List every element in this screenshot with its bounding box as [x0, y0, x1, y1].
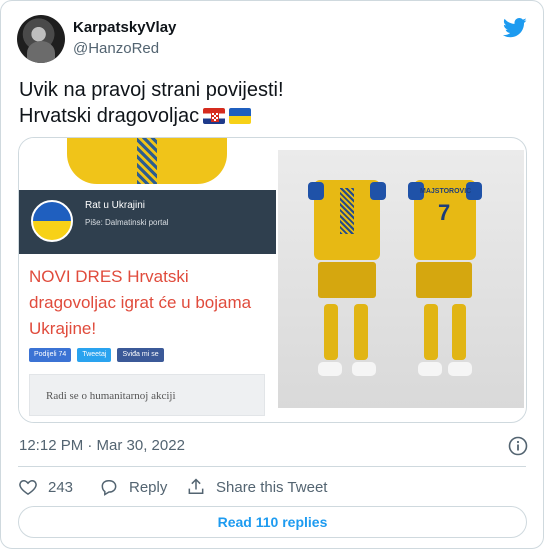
article-screenshot-image[interactable]: Rat u Ukrajini Piše: Dalmatinski portal … [19, 138, 276, 422]
avatar[interactable] [17, 15, 65, 63]
info-icon[interactable] [508, 436, 528, 456]
kit-front-embroidery [340, 188, 354, 234]
kit-back-boot-right [448, 362, 472, 376]
tweet-text-line-2-label: Hrvatski dragovoljac [19, 105, 200, 127]
article-summary-text: Radi se o humanitarnoj akciji [46, 390, 176, 402]
share-label: Share this Tweet [216, 478, 328, 496]
reply-button[interactable]: Reply [99, 477, 167, 497]
kit-back-number: 7 [438, 200, 451, 225]
jersey-top-image [67, 138, 227, 184]
article-summary-box: Radi se o humanitarnoj akciji [29, 374, 265, 416]
ukraine-logo-icon [31, 200, 73, 242]
tweet-share-button: Tweetaj [77, 348, 112, 362]
article-headline: NOVI DRES Hrvatski dragovoljac igrat će … [29, 267, 252, 338]
twitter-bird-icon[interactable] [503, 17, 527, 39]
share-button[interactable]: Share this Tweet [186, 477, 327, 497]
tweet-timestamp[interactable]: 12:12 PM · Mar 30, 2022 [19, 437, 185, 454]
tweet-media[interactable]: Rat u Ukrajini Piše: Dalmatinski portal … [18, 137, 527, 423]
kit-back-sock-left [424, 304, 438, 360]
share-icon [188, 478, 204, 494]
kit-back-player-name: MAJSTOROVIC [420, 188, 472, 195]
facebook-like-button: Sviđa mi se [117, 348, 164, 362]
reply-bubble-icon [101, 480, 117, 496]
tweet-card: KarpatskyVlay @HanzoRed Uvik na pravoj s… [0, 0, 544, 549]
tweet-text-line-2: Hrvatski dragovoljac [19, 103, 284, 129]
kit-front-shoulder-right [370, 182, 386, 200]
facebook-share-button: Podijeli 74 [29, 348, 72, 362]
tweet-text: Uvik na pravoj strani povijesti! Hrvatsk… [19, 77, 284, 129]
tweet-text-line-1: Uvik na pravoj strani povijesti! [19, 79, 284, 101]
article-section-title: Rat u Ukrajini [85, 200, 146, 211]
kit-back-sock-right [452, 304, 466, 360]
read-replies-button[interactable]: Read 110 replies [18, 506, 527, 538]
kit-front-sock-right [354, 304, 368, 360]
jersey-kit-image[interactable]: MAJSTOROVIC 7 [278, 150, 524, 408]
ukraine-flag-icon [229, 108, 252, 124]
reply-label: Reply [129, 478, 168, 496]
kit-back-boot-left [418, 362, 442, 376]
heart-icon [19, 479, 37, 495]
kit-front-sock-left [324, 304, 338, 360]
like-count: 243 [48, 478, 74, 496]
divider [18, 466, 526, 467]
kit-front-shorts [318, 262, 376, 298]
kit-front-shoulder-left [308, 182, 324, 200]
croatia-flag-icon [203, 108, 226, 124]
kit-back-shorts [416, 262, 472, 298]
display-name[interactable]: KarpatskyVlay [73, 19, 176, 36]
kit-front-boot-right [352, 362, 376, 376]
kit-front-boot-left [318, 362, 342, 376]
article-share-row: Podijeli 74 Tweetaj Sviđa mi se [29, 348, 164, 362]
user-handle[interactable]: @HanzoRed [73, 40, 159, 57]
article-author: Piše: Dalmatinski portal [85, 218, 169, 227]
like-button[interactable]: 243 [18, 477, 73, 497]
